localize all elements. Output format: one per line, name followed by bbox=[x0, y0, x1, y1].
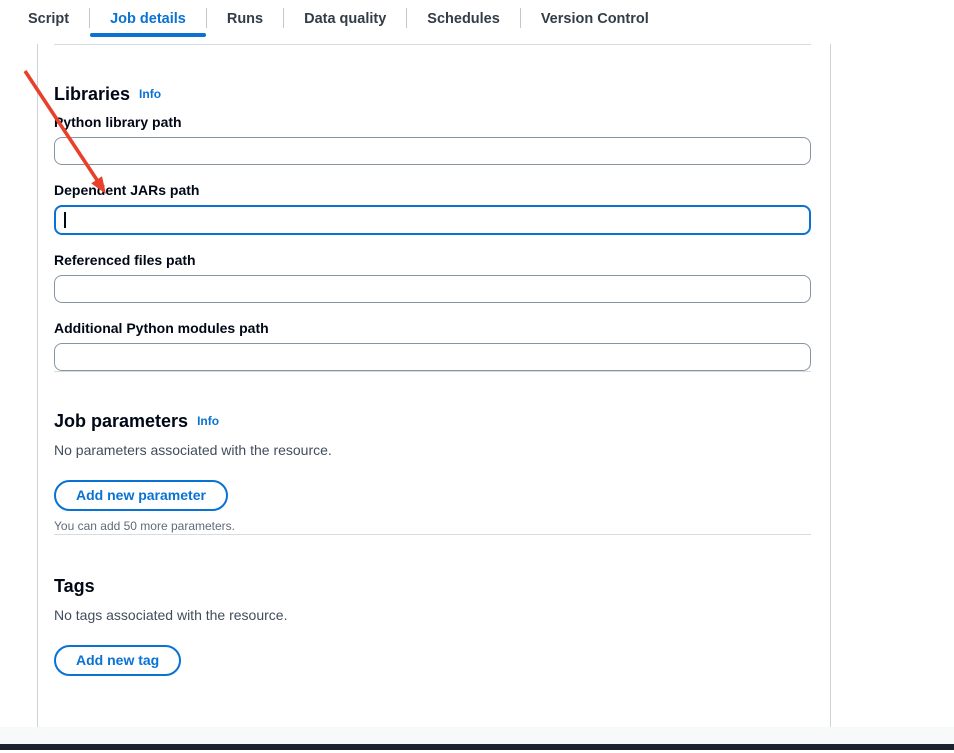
tab-job-details[interactable]: Job details bbox=[90, 0, 206, 37]
tab-label: Version Control bbox=[541, 11, 649, 27]
window-bottom-edge bbox=[0, 744, 954, 750]
job-parameters-heading: Job parameters Info bbox=[54, 409, 811, 433]
dependent-jars-path-input[interactable] bbox=[54, 205, 811, 235]
additional-python-modules-path-input[interactable] bbox=[54, 343, 811, 371]
libraries-info-link[interactable]: Info bbox=[139, 87, 161, 101]
add-new-parameter-button[interactable]: Add new parameter bbox=[54, 480, 228, 511]
section-divider bbox=[54, 44, 811, 45]
job-parameters-empty-text: No parameters associated with the resour… bbox=[54, 440, 811, 460]
job-parameters-hint-text: You can add 50 more parameters. bbox=[54, 518, 811, 534]
tab-bar: Script Job details Runs Data quality Sch… bbox=[0, 0, 954, 44]
libraries-heading-text: Libraries bbox=[54, 84, 130, 104]
python-library-path-field: Python library path bbox=[54, 113, 811, 165]
tab-data-quality[interactable]: Data quality bbox=[284, 0, 406, 37]
tab-label: Script bbox=[28, 11, 69, 27]
python-library-path-label: Python library path bbox=[54, 113, 811, 131]
referenced-files-path-label: Referenced files path bbox=[54, 251, 811, 269]
dependent-jars-path-field: Dependent JARs path bbox=[54, 181, 811, 235]
text-cursor bbox=[64, 212, 66, 228]
tab-label: Runs bbox=[227, 11, 263, 27]
section-divider bbox=[54, 534, 811, 535]
tab-script[interactable]: Script bbox=[8, 0, 89, 37]
additional-python-modules-path-label: Additional Python modules path bbox=[54, 319, 811, 337]
tags-heading: Tags bbox=[54, 574, 811, 598]
active-tab-underline bbox=[90, 33, 206, 37]
tab-label: Job details bbox=[110, 11, 186, 27]
job-parameters-heading-text: Job parameters bbox=[54, 411, 188, 431]
tags-heading-text: Tags bbox=[54, 576, 95, 596]
section-divider bbox=[54, 371, 811, 372]
tags-empty-text: No tags associated with the resource. bbox=[54, 605, 811, 625]
python-library-path-input[interactable] bbox=[54, 137, 811, 165]
tab-label: Schedules bbox=[427, 11, 500, 27]
tab-schedules[interactable]: Schedules bbox=[407, 0, 520, 37]
job-details-panel: Libraries Info Python library path Depend… bbox=[37, 44, 831, 727]
job-parameters-info-link[interactable]: Info bbox=[197, 414, 219, 428]
tab-label: Data quality bbox=[304, 11, 386, 27]
referenced-files-path-input[interactable] bbox=[54, 275, 811, 303]
dependent-jars-path-label: Dependent JARs path bbox=[54, 181, 811, 199]
libraries-heading: Libraries Info bbox=[54, 82, 811, 106]
add-new-tag-button[interactable]: Add new tag bbox=[54, 645, 181, 676]
page-bottom-strip bbox=[0, 727, 954, 744]
additional-python-modules-path-field: Additional Python modules path bbox=[54, 319, 811, 371]
tab-runs[interactable]: Runs bbox=[207, 0, 283, 37]
tab-version-control[interactable]: Version Control bbox=[521, 0, 669, 37]
referenced-files-path-field: Referenced files path bbox=[54, 251, 811, 303]
